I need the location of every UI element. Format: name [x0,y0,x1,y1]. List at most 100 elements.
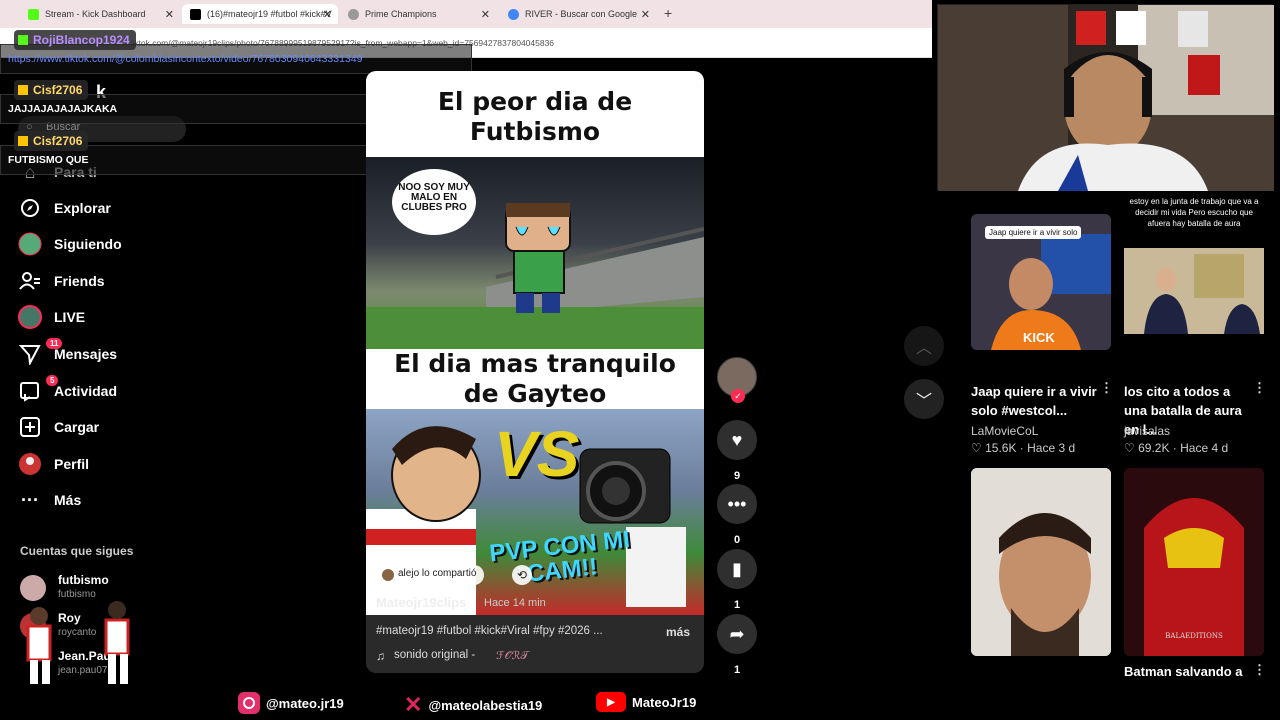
close-tab-icon[interactable]: ✕ [323,8,332,21]
card-stats-text: 69.2K · Hace 4 d [1138,441,1229,455]
more-icon: ··· [21,489,39,510]
post-time: Hace 14 min [484,597,546,609]
chat-username-text: RojiBlancop1924 [33,33,130,47]
card-more-icon[interactable]: ⋮ [1100,380,1113,396]
chat-username: Cisf2706 [14,131,89,151]
new-tab-button[interactable]: + [664,5,672,21]
tab-label: Prime Champions [365,9,437,19]
friends-icon [18,269,42,293]
comment-button[interactable]: ••• 0 [717,484,757,546]
video-card-thumbnail[interactable]: BALAEDITIONS [1124,468,1264,656]
sidebar-item-live[interactable]: LIVE [18,305,85,329]
tab-google-search[interactable]: RIVER - Buscar con Google ✕ [500,4,656,24]
shared-by-pill[interactable]: alejo lo compartió [378,565,485,585]
heart-outline-icon: ♡ [1124,441,1139,455]
previous-post-button[interactable]: ︿ [904,326,944,366]
stadium-scene-top: NOO SOY MUY MALO EN CLUBES PRO [366,157,704,349]
sidebar-item-label: Más [54,492,82,508]
chevron-up-icon: ︿ [915,340,932,357]
profile-icon [18,452,42,476]
close-tab-icon[interactable]: ✕ [165,8,174,21]
sidebar-item-perfil[interactable]: Perfil [18,452,89,476]
x-icon: ✕ [404,692,423,717]
card-thumbnail-image [971,468,1111,656]
video-card-thumbnail[interactable] [971,468,1111,656]
follow-check-icon[interactable]: ✓ [731,389,745,403]
card-overlay-text: Jaap quiere ir a vivir solo [985,226,1082,239]
tab-prime-champions[interactable]: Prime Champions ✕ [340,4,496,24]
like-count: 9 [733,470,741,482]
chat-username: Cisf2706 [14,80,89,100]
sidebar-item-label: Mensajes [54,346,118,362]
chat-username: RojiBlancop1924 [14,30,136,50]
card-author[interactable]: LaMovieCoL [971,424,1038,438]
caption-more-button[interactable]: más [666,625,690,639]
webcam-feed [937,4,1274,191]
save-count: 1 [733,599,741,611]
card-author[interactable]: javisalas [1124,424,1170,438]
speech-bubble: NOO SOY MUY MALO EN CLUBES PRO [392,169,476,235]
chat-message-text: JAJJAJAJAJAJKAKA [8,103,118,115]
crown-icon [18,85,28,95]
messages-icon [18,342,42,366]
heart-icon: ♥ [717,420,757,460]
sidebar-item-actividad[interactable]: 5 Actividad [18,375,118,403]
sidebar-item-mensajes[interactable]: 11 Mensajes [18,338,118,366]
social-x: ✕ @mateolabestia19 [404,692,542,718]
like-button[interactable]: ♥ 9 [717,420,757,482]
sidebar-item-mas[interactable]: ··· Más [18,488,81,512]
repost-icon[interactable]: ⟲ [512,565,532,585]
chat-username-text: Cisf2706 [33,134,83,148]
sidebar-item-explorar[interactable]: Explorar [18,196,111,220]
card-title[interactable]: Jaap quiere ir a vivir solo #westcol... [971,382,1101,420]
sidebar-item-label: Cargar [54,419,100,435]
social-handle: @mateo.jr19 [266,695,344,711]
chat-message-text: FUTBISMO QUE [8,154,89,166]
live-icon [18,305,42,329]
close-tab-icon[interactable]: ✕ [481,8,490,21]
share-button[interactable]: ➦ 1 [717,614,757,676]
comment-icon: ••• [717,484,757,524]
social-youtube: ▶ MateoJr19 [596,692,696,712]
card-stats: ♡ 69.2K · Hace 4 d [1124,441,1228,455]
sidebar-item-label: Siguiendo [54,236,122,252]
streamer-webcam-image [938,5,1274,191]
sound-author[interactable]: ℱ𝒪ℛ𝒯 [496,649,529,663]
meme-top-text: El peor dia de Futbismo [366,71,704,157]
photo-post[interactable]: El peor dia de Futbismo NOO SOY MUY MALO… [366,71,704,673]
globe-icon [348,8,359,20]
social-handle: @mateolabestia19 [428,697,543,713]
card-more-icon[interactable]: ⋮ [1253,380,1266,396]
post-caption: #mateojr19 #futbol #kick#Viral #fpy #202… [376,625,603,637]
tab-tiktok[interactable]: (16)#mateojr19 #futbol #kick#V ✕ [182,4,338,24]
tab-label: (16)#mateojr19 #futbol #kick#V [207,9,332,19]
tiktok-icon [190,8,201,20]
sidebar-item-cargar[interactable]: Cargar [18,415,99,439]
tab-kick-dashboard[interactable]: Stream - Kick Dashboard ✕ [20,4,180,24]
music-note-icon: ♫ [376,649,385,663]
tab-label: Stream - Kick Dashboard [45,9,146,19]
kick-icon [28,8,39,20]
share-arrow-icon: ➦ [717,614,757,654]
upload-icon [18,415,42,439]
card-more-icon[interactable]: ⋮ [1253,662,1266,678]
next-post-button[interactable]: ﹀ [904,379,944,419]
card-overlay-text: estoy en la junta de trabajo que va a de… [1129,197,1259,228]
vs-text: VS [494,418,580,490]
close-tab-icon[interactable]: ✕ [641,8,650,21]
youtube-icon: ▶ [596,692,626,712]
post-author[interactable]: Mateojr19clips [376,595,466,610]
activity-icon [18,379,42,403]
tab-label: RIVER - Buscar con Google [525,9,638,19]
sidebar-item-siguiendo[interactable]: Siguiendo [18,232,122,256]
sound-name[interactable]: sonido original - [394,649,475,661]
save-button[interactable]: ▮ 1 [717,549,757,611]
account-name: futbismo [58,573,109,587]
video-card-thumbnail[interactable]: estoy en la junta de trabajo que va a de… [1124,194,1264,350]
video-card-thumbnail[interactable]: Jaap quiere ir a vivir solo KICK [971,214,1111,350]
author-avatar[interactable]: ✓ [717,357,757,403]
card-stats-text: 15.6K · Hace 3 d [985,441,1076,455]
sidebar-item-friends[interactable]: Friends [18,269,105,293]
following-header: Cuentas que sigues [20,544,134,558]
sidebar-item-label: Actividad [54,383,118,399]
